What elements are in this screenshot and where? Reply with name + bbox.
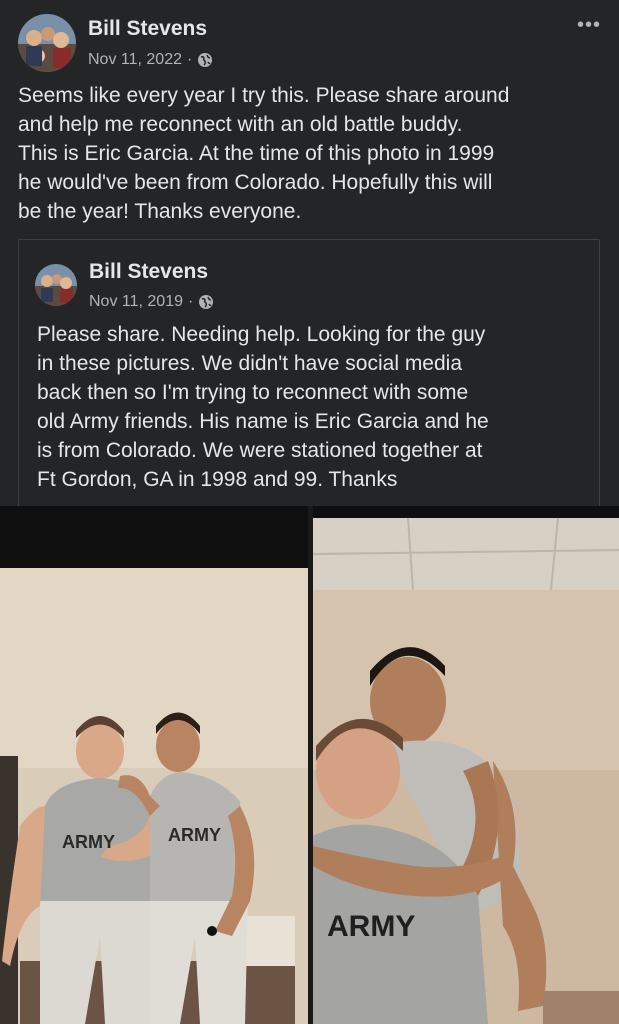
shared-text-line: in these pictures. We didn't have social… <box>37 352 463 375</box>
shared-author-name[interactable]: Bill Stevens <box>89 260 208 284</box>
post-text-line: and help me reconnect with an old battle… <box>18 113 463 136</box>
photo-right[interactable]: ARMY <box>313 506 619 1024</box>
photo-grid: ARMY ARMY ARMY <box>0 506 619 1024</box>
post-date[interactable]: Nov 11, 2022 <box>88 51 182 69</box>
shirt-text-right: ARMY <box>327 910 415 943</box>
shirt-text-left-2: ARMY <box>168 825 221 845</box>
post-text-line: This is Eric Garcia. At the time of this… <box>18 142 495 165</box>
shared-post[interactable]: Bill Stevens Nov 11, 2019 · Please share… <box>18 239 600 507</box>
shared-author-avatar[interactable] <box>35 264 77 306</box>
globe-icon <box>197 52 213 68</box>
author-avatar[interactable] <box>18 14 76 72</box>
shared-text-line: back then so I'm trying to reconnect wit… <box>37 381 469 404</box>
author-name[interactable]: Bill Stevens <box>88 17 207 41</box>
post-text-line: Seems like every year I try this. Please… <box>18 84 510 107</box>
shared-post-text: Please share. Needing help. Looking for … <box>37 320 489 494</box>
shared-text-line: is from Colorado. We were stationed toge… <box>37 439 483 462</box>
shared-text-line: Ft Gordon, GA in 1998 and 99. Thanks <box>37 468 398 491</box>
post-meta: Nov 11, 2022 · <box>88 51 213 69</box>
meta-separator: · <box>188 293 194 310</box>
shirt-text-left-1: ARMY <box>62 832 115 852</box>
photo-left[interactable]: ARMY ARMY <box>0 506 308 1024</box>
post-text-line: he would've been from Colorado. Hopefull… <box>18 171 493 194</box>
post-text: Seems like every year I try this. Please… <box>18 81 509 226</box>
post-text-line: be the year! Thanks everyone. <box>18 200 302 223</box>
shared-post-meta: Nov 11, 2019 · <box>89 293 214 311</box>
more-options-icon[interactable]: ••• <box>577 14 601 37</box>
meta-separator: · <box>187 51 193 68</box>
shared-text-line: old Army friends. His name is Eric Garci… <box>37 410 489 433</box>
globe-icon <box>198 294 214 310</box>
facebook-post: Bill Stevens Nov 11, 2022 · ••• Seems li… <box>0 0 619 1024</box>
shared-text-line: Please share. Needing help. Looking for … <box>37 323 486 346</box>
shared-post-date[interactable]: Nov 11, 2019 <box>89 293 183 311</box>
